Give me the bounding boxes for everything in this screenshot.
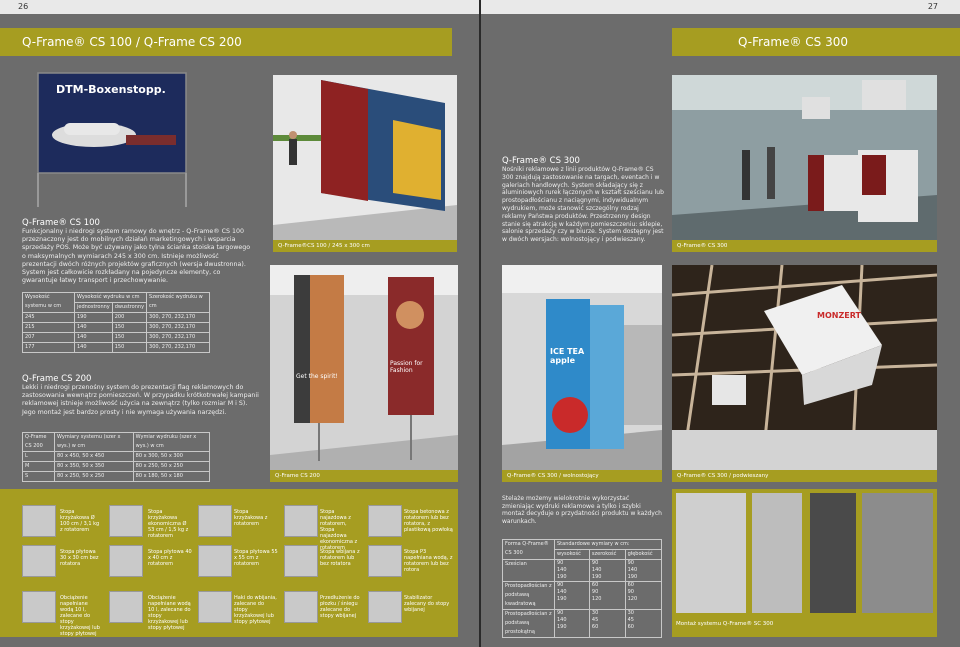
stand-drive-icon [284,505,318,537]
ground-spike-icon [284,545,318,577]
cs200-title: Q-Frame CS 200 [22,374,92,384]
header-left: Q-Frame® CS 100 / Q-Frame CS 200 [0,28,452,56]
table-subheader: głębokość [624,549,663,560]
assembly-frame-photo [676,493,746,613]
cs100-title: Q-Frame® CS 100 [22,218,100,228]
accessory-label: Stopa P3 napełniana wodą, z rotatorem lu… [404,549,453,573]
table-row: L 80 x 450, 50 x 450 80 x 300, 50 x 300 [22,451,211,462]
accessory-label: Stopa najazdowa z rotatorem, Stopa najaz… [320,509,358,551]
cs100-block: Q-Frame® CS 100 Funkcjonalny i niedrogi … [22,218,254,285]
cs300-mall-photo [672,75,937,240]
assembly-frame-photo [810,493,856,613]
assembly-caption: Montaż systemu Q-Frame® SC 300 [676,621,774,627]
stand-cross-icon [22,505,56,537]
cs300-top-caption: Q-Frame® CS 300 [672,240,937,252]
accessory-label: Obciążenie napełniane wodą 10 l, zalecan… [148,595,191,631]
cs300-hanging-text: MONZERT [817,311,861,320]
table-header: Wysokość wydruku w cm [73,292,148,303]
table-row: M 80 x 350, 50 x 350 80 x 250, 50 x 250 [22,461,211,472]
table-row: 177 140 150 300, 270, 232,170 [22,342,210,353]
water-weight-2-icon [109,591,143,623]
accessory-label: Przedłużenie do płozku / śniegu zalecane… [320,595,360,619]
table-row: 215 140 150 300, 270, 232,170 [22,322,210,333]
page-gutter [479,0,481,647]
cs300-hanging-caption: Q-Frame® CS 300 / podwieszany [672,470,937,482]
table-row: Sześcian 90 140 190 90 140 190 90 140 190 [502,559,663,582]
assembly-panel: Montaż systemu Q-Frame® SC 300 [672,489,937,637]
stand-concrete-icon [368,505,402,537]
plate-stand-40-icon [198,545,232,577]
table-header: Wymiar wydruku (szer x wys.) w cm [132,432,211,452]
accessory-label: Stopa krzyżakowa z rotatorem [234,509,268,527]
cs100-table: Wysokość systemu w cm Wysokość wydruku w … [22,292,210,353]
accessory-label: Stopa wbijana z rotatorem lub bez rotato… [320,549,360,567]
table-row: 207 140 150 300, 270, 232,170 [22,332,210,343]
cs100-caption: Q-Frame®CS 100 / 245 x 300 cm [273,240,457,252]
plate-stand-icon [22,545,56,577]
accessory-label: Stopa krzyżakowa Ø 100 cm / 3,1 kg z rot… [60,509,100,533]
table-header: Szerokość wydruku w cm [146,292,210,313]
accessory-label: Stopa płytowa 30 x 30 cm bez rotatora [60,549,99,567]
table-header: Standardowe wymiary w cm: [554,539,662,550]
table-row: Prostopadłościan z podstawą prostokątną 9… [502,609,663,638]
water-weight-icon [22,591,56,623]
cs300-freestanding-caption: Q-Frame® CS 300 / wolnostojący [502,470,662,482]
accessories-strip: Stopa krzyżakowa Ø 100 cm / 3,1 kg z rot… [0,489,458,637]
ground-hook-icon [198,591,232,623]
accessory-label: Stopa płytowa 55 x 55 cm z rotatorem [234,549,278,567]
accessory-label: Stopa krzyżakowa ekonomiczna Ø 53 cm / 1… [148,509,189,539]
cs100-banner-text: DTM-Boxenstopp. [56,83,166,96]
table-subheader: szerokość [588,549,626,560]
assembly-frame-photo [862,493,933,613]
table-subheader: wysokość [554,549,590,560]
cs200-photo: Get the spirit! Passion for Fashion [270,265,458,470]
water-base-icon [368,545,402,577]
cs200-poster2-text: Passion for Fashion [390,360,423,374]
accessory-label: Obciążenie napełniane wodą 10 l, zalecan… [60,595,100,637]
cs300-freestanding-photo: ICE TEA apple [502,265,662,470]
accessory-label: Haki do wbijania, zalecane do stopy krzy… [234,595,277,625]
cs300-table: Forma Q-Frame® CS 300 Standardowe wymiary… [502,539,663,638]
plate-stand-rotator-icon [109,545,143,577]
assembly-frame-photo [752,493,802,613]
header-right: Q-Frame® CS 300 [672,28,960,56]
cs300-freestanding-text: ICE TEA apple [550,347,585,365]
page-number-left: 26 [0,0,480,14]
cs100-banner-photo: DTM-Boxenstopp. [22,65,268,215]
cs200-poster1-text: Get the spirit! [296,373,338,380]
cs300-text: Nośniki reklamowe z linii produktów Q-Fr… [502,166,664,244]
cs300-title: Q-Frame® CS 300 [502,156,580,166]
cs200-block: Q-Frame CS 200 Lekki i niedrogi przenośn… [22,374,262,417]
table-row: Prostopadłościan z podstawą kwadratową 90… [502,581,663,610]
cs300-strip-text: Stelaże możemy wielokrotnie wykorzystać … [502,495,662,525]
table-row: 245 190 200 300, 270, 232,170 [22,312,210,323]
table-header: Forma Q-Frame® CS 300 [502,539,555,560]
table-header: Q-Frame CS 200 [22,432,55,452]
table-row: S 80 x 250, 50 x 250 80 x 180, 50 x 180 [22,471,211,482]
accessory-label: Stabilizator zalecany do stopy wbijanej [404,595,450,613]
table-header: Wymiary systemu (szer x wys.) w cm [54,432,134,452]
stand-cross-eco-icon [109,505,143,537]
accessory-label: Stopa betonowa z rotatorem lub bez rotat… [404,509,453,533]
table-header: Wysokość systemu w cm [22,292,75,313]
cs200-text: Lekki i niedrogi przenośny system do pre… [22,384,259,416]
table-subheader: dwustronny [111,302,148,313]
cs300-block: Q-Frame® CS 300 Nośniki reklamowe z lini… [502,156,664,244]
table-subheader: jednostronny [74,302,113,313]
cs100-install-photo [273,75,457,240]
cs200-table: Q-Frame CS 200 Wymiary systemu (szer x wy… [22,432,211,482]
extension-icon [284,591,318,623]
stand-cross-small-icon [198,505,232,537]
accessory-label: Stopa płytowa 40 x 40 cm z rotatorem [148,549,192,567]
page-number-right: 27 [480,0,960,14]
cs200-caption: Q-Frame CS 200 [270,470,458,482]
cs300-strip: Stelaże możemy wielokrotnie wykorzystać … [502,489,960,638]
cs100-text: Funkcjonalny i niedrogi system ramowy do… [22,228,251,285]
cs300-hanging-photo: MONZERT [672,265,937,470]
stabilizer-icon [368,591,402,623]
